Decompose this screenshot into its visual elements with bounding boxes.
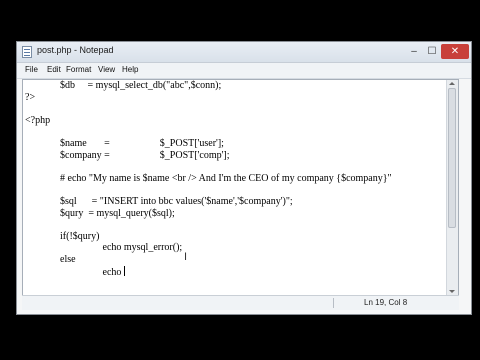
- menu-file[interactable]: File: [25, 65, 38, 74]
- code-line: if(!$qury): [60, 230, 100, 242]
- code-line: # echo "My name is $name <br /> And I'm …: [60, 172, 392, 184]
- code-line: echo mysql_error();: [102, 242, 183, 254]
- status-divider: [333, 298, 334, 308]
- code-line: else: [60, 253, 76, 265]
- code-lines: $db = mysql_select_db("abc",$conn); ?> <…: [25, 80, 392, 265]
- code-line: $sql = "INSERT into bbc values('$name','…: [60, 195, 293, 207]
- code-line: $db = mysql_select_db("abc",$conn);: [60, 80, 222, 91]
- editor-text[interactable]: $db = mysql_select_db("abc",$conn); ?> <…: [25, 80, 392, 278]
- code-line: $name = $_POST['user'];: [60, 137, 224, 149]
- scroll-up-icon[interactable]: [449, 82, 455, 85]
- vertical-scrollbar[interactable]: [446, 80, 458, 295]
- text-caret: [123, 265, 125, 276]
- menu-view[interactable]: View: [98, 65, 115, 74]
- close-button[interactable]: ✕: [441, 44, 469, 59]
- ibeam-cursor-icon: I: [184, 251, 188, 263]
- minimize-button[interactable]: –: [405, 44, 423, 59]
- scroll-down-icon[interactable]: [449, 290, 455, 293]
- code-line: ?>: [25, 91, 36, 103]
- window-title: post.php - Notepad: [37, 45, 114, 55]
- menu-bar: File Edit Format View Help: [17, 63, 471, 79]
- code-line: <?php: [25, 114, 51, 126]
- text-editor[interactable]: $db = mysql_select_db("abc",$conn); ?> <…: [22, 79, 459, 296]
- menu-edit[interactable]: Edit: [47, 65, 61, 74]
- code-line: $qury = mysql_query($sql);: [60, 207, 175, 219]
- title-bar[interactable]: post.php - Notepad – ☐ ✕: [17, 42, 471, 63]
- notepad-window: post.php - Notepad – ☐ ✕ File Edit Forma…: [16, 41, 472, 315]
- scroll-thumb[interactable]: [448, 88, 456, 228]
- menu-help[interactable]: Help: [122, 65, 138, 74]
- maximize-button[interactable]: ☐: [423, 44, 441, 59]
- cursor-position: Ln 19, Col 8: [364, 298, 408, 307]
- caret-line-text: echo: [25, 266, 124, 278]
- status-bar: Ln 19, Col 8: [22, 295, 459, 310]
- menu-format[interactable]: Format: [66, 65, 91, 74]
- notepad-icon: [22, 46, 32, 58]
- code-line: $company = $_POST['comp'];: [60, 149, 230, 161]
